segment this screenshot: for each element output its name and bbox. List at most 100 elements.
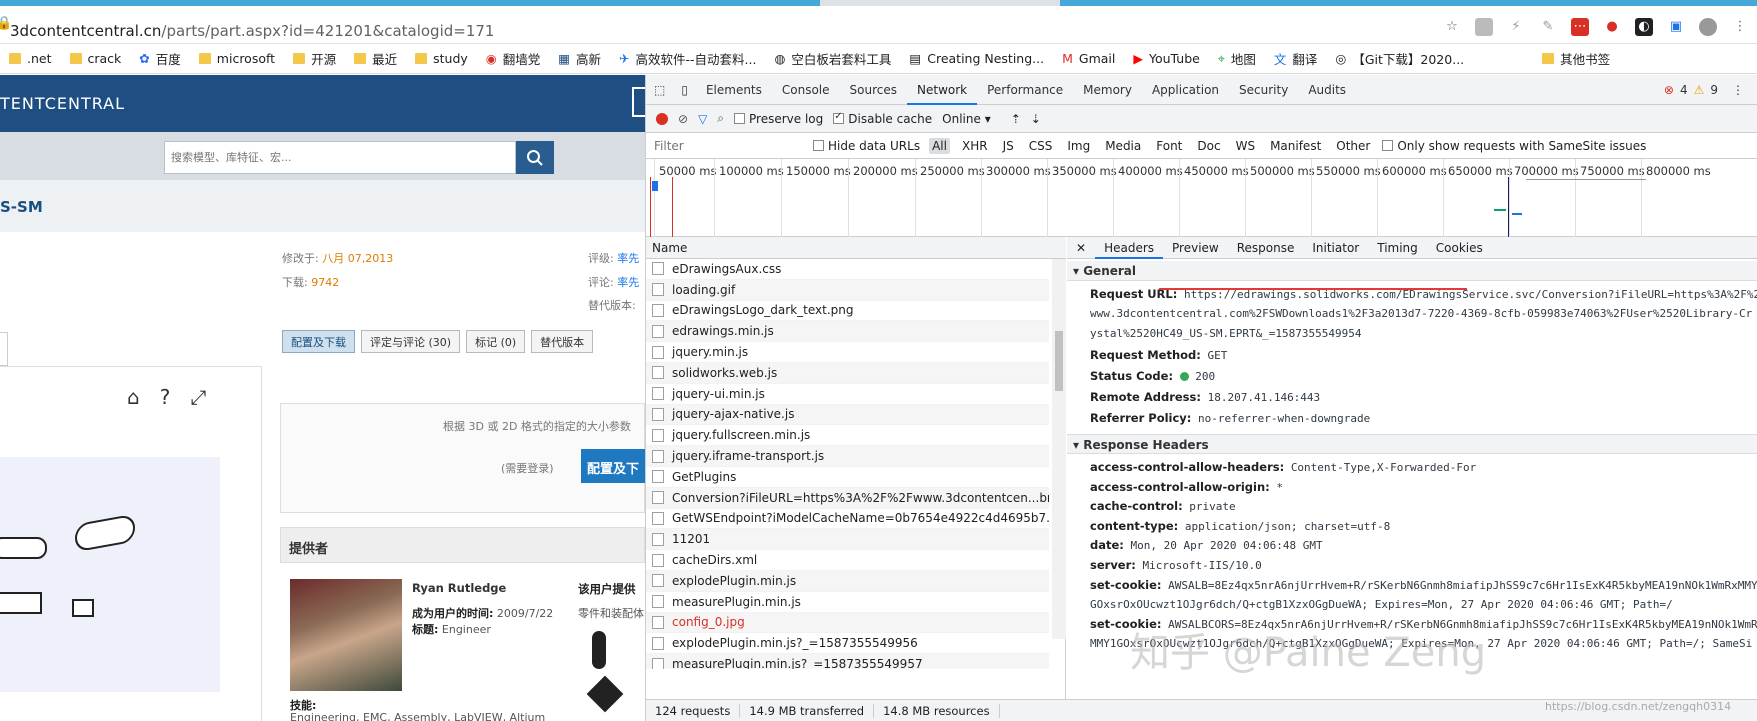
tab-tags[interactable]: 标记 (0)	[466, 330, 526, 353]
model-viewer[interactable]: ⌂ ? ⤢	[0, 366, 262, 721]
tab-configure-download[interactable]: 配置及下载	[282, 330, 355, 353]
request-row[interactable]: cacheDirs.xml	[646, 550, 1049, 571]
request-row[interactable]: explodePlugin.min.js	[646, 570, 1049, 592]
tab-headers[interactable]: Headers	[1095, 237, 1164, 259]
request-row[interactable]: measurePlugin.min.js?_=1587355549957	[646, 654, 1049, 669]
filter-all[interactable]: All	[929, 137, 950, 154]
part-thumbnail[interactable]	[592, 631, 606, 669]
scroll-thumb[interactable]	[1055, 331, 1063, 391]
bookmark-folder[interactable]: 开源	[284, 49, 345, 68]
home-icon[interactable]: ⌂	[127, 385, 140, 409]
bookmark-folder[interactable]: study	[406, 51, 477, 66]
request-row[interactable]: explodePlugin.min.js?_=1587355549956	[646, 633, 1049, 655]
filter-input[interactable]	[654, 138, 804, 153]
filter-img[interactable]: Img	[1064, 138, 1093, 154]
bookmark-link[interactable]: ⌖ 地图	[1209, 49, 1265, 68]
general-section[interactable]: ▾ General	[1067, 261, 1757, 281]
request-row[interactable]: solidworks.web.js	[646, 362, 1049, 384]
extension-icon[interactable]: ◐	[1635, 18, 1653, 36]
record-icon[interactable]	[656, 112, 668, 125]
bookmark-link[interactable]: ▦ 高新	[549, 49, 610, 68]
request-row[interactable]: config_0.jpg	[646, 612, 1049, 634]
download-button[interactable]: 配置及下	[581, 449, 645, 483]
part-thumbnail[interactable]	[586, 675, 624, 713]
disable-cache-checkbox[interactable]: Disable cache	[833, 111, 932, 126]
import-icon[interactable]: ⇡	[1011, 112, 1021, 126]
search-input[interactable]	[164, 141, 516, 174]
request-row[interactable]: jquery-ajax-native.js	[646, 404, 1049, 426]
request-row[interactable]: measurePlugin.min.js	[646, 592, 1049, 613]
request-row[interactable]: jquery.min.js	[646, 342, 1049, 363]
throttle-select[interactable]: Online ▾	[942, 112, 991, 126]
bookmark-folder[interactable]: .net	[0, 51, 61, 66]
tab-memory[interactable]: Memory	[1073, 75, 1142, 105]
request-list[interactable]: eDrawingsAux.css loading.gif eDrawingsLogo…	[646, 259, 1049, 669]
request-row[interactable]: edrawings.min.js	[646, 321, 1049, 343]
bookmark-folder[interactable]: crack	[61, 51, 131, 66]
filter-js[interactable]: JS	[1000, 138, 1017, 154]
request-row[interactable]: GetWSEndpoint?iModelCacheName=0b7654e492…	[646, 509, 1049, 530]
bookmark-link[interactable]: M Gmail	[1053, 51, 1124, 66]
viewer-tab[interactable]	[0, 332, 8, 366]
tab-performance[interactable]: Performance	[977, 75, 1073, 105]
filter-doc[interactable]: Doc	[1194, 138, 1223, 154]
tab-preview[interactable]: Preview	[1163, 237, 1228, 259]
bookmark-folder[interactable]: microsoft	[190, 51, 284, 66]
request-row[interactable]: jquery.fullscreen.min.js	[646, 425, 1049, 447]
filter-ws[interactable]: WS	[1233, 138, 1258, 154]
filter-xhr[interactable]: XHR	[959, 138, 991, 154]
fullscreen-icon[interactable]: ⤢	[190, 385, 206, 409]
tab-network[interactable]: Network	[907, 75, 978, 105]
help-icon[interactable]: ?	[160, 385, 171, 409]
tab-cookies[interactable]: Cookies	[1427, 237, 1492, 259]
tab-application[interactable]: Application	[1142, 75, 1229, 105]
filter-manifest[interactable]: Manifest	[1267, 138, 1324, 154]
star-icon[interactable]: ☆	[1443, 18, 1461, 36]
tab-sources[interactable]: Sources	[840, 75, 907, 105]
bookmark-link[interactable]: ◎ 【Git下载】2020...	[1326, 49, 1473, 68]
network-timeline[interactable]: 50000 ms 100000 ms 150000 ms 200000 ms 2…	[646, 159, 1757, 237]
tab-audits[interactable]: Audits	[1298, 75, 1356, 105]
bookmark-link[interactable]: ✿ 百度	[130, 49, 190, 68]
request-row[interactable]: Conversion?iFileURL=https%3A%2F%2Fwww.3d…	[646, 487, 1049, 509]
address-bar[interactable]: 🔒 3dcontentcentral.cn/parts/part.aspx?id…	[0, 6, 1757, 44]
device-icon[interactable]: ▯	[673, 75, 696, 105]
tab-response[interactable]: Response	[1228, 237, 1304, 259]
tab-timing[interactable]: Timing	[1368, 237, 1427, 259]
site-logo[interactable]: TENTCENTRAL	[0, 94, 125, 113]
filter-media[interactable]: Media	[1102, 138, 1144, 154]
request-row[interactable]: jquery-ui.min.js	[646, 384, 1049, 405]
filter-css[interactable]: CSS	[1026, 138, 1056, 154]
request-row[interactable]: jquery.iframe-transport.js	[646, 446, 1049, 467]
viewer-canvas[interactable]	[0, 457, 220, 692]
export-icon[interactable]: ⇣	[1031, 112, 1041, 126]
filter-font[interactable]: Font	[1153, 138, 1185, 154]
clear-icon[interactable]: ⊘	[678, 112, 688, 126]
name-column-header[interactable]: Name	[646, 237, 1066, 259]
inspect-icon[interactable]: ⬚	[646, 75, 673, 105]
filter-other[interactable]: Other	[1333, 138, 1373, 154]
provider-name[interactable]: Ryan Rutledge	[412, 581, 506, 595]
response-headers-section[interactable]: ▾ Response Headers	[1067, 434, 1757, 454]
tab-console[interactable]: Console	[772, 75, 840, 105]
request-row[interactable]: 11201	[646, 529, 1049, 551]
close-icon[interactable]: ✕	[1067, 237, 1095, 259]
hide-data-urls-checkbox[interactable]: Hide data URLs	[813, 139, 920, 153]
tab-security[interactable]: Security	[1229, 75, 1298, 105]
tab-alt-versions[interactable]: 替代版本	[531, 330, 594, 353]
bookmark-link[interactable]: ▤ Creating Nesting...	[900, 51, 1053, 66]
extension-icon[interactable]: ●	[1603, 18, 1621, 36]
search-icon[interactable]: ⌕	[717, 111, 724, 126]
preserve-log-checkbox[interactable]: Preserve log	[734, 112, 823, 126]
avatar-icon[interactable]	[1699, 18, 1717, 36]
bookmark-link[interactable]: ▶ YouTube	[1124, 51, 1208, 66]
bookmark-link[interactable]: 文翻译	[1265, 49, 1327, 68]
menu-icon[interactable]: ⋮	[1731, 18, 1749, 36]
extension-icon[interactable]: ⚡	[1507, 18, 1525, 36]
request-list-scrollbar[interactable]	[1052, 259, 1066, 639]
request-row[interactable]: GetPlugins	[646, 467, 1049, 488]
bookmark-link[interactable]: ◉ 翻墙党	[477, 49, 549, 68]
url-text[interactable]: 3dcontentcentral.cn/parts/part.aspx?id=4…	[10, 22, 494, 40]
issue-counts[interactable]: ⊗ 4 ⚠ 9 ⋮	[1664, 83, 1757, 97]
extension-icon[interactable]: ⋯	[1571, 18, 1589, 36]
